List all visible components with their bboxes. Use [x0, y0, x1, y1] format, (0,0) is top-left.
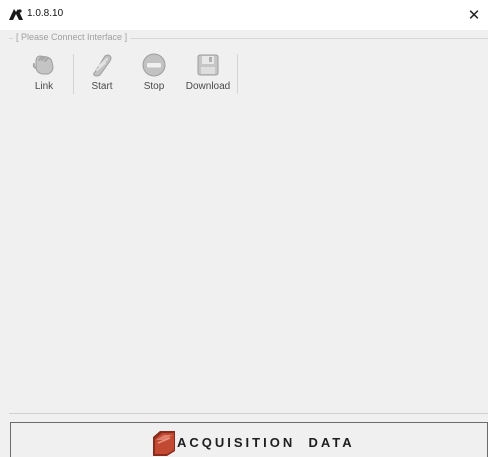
close-icon: ✕ — [467, 7, 481, 24]
toolbar-separator — [237, 54, 238, 94]
toolbar-separator — [73, 54, 74, 94]
window-title: 1.0.8.10 — [27, 8, 64, 19]
download-button[interactable]: Download — [181, 46, 235, 98]
download-floppy-icon — [197, 54, 219, 76]
stop-button[interactable]: Stop — [129, 46, 179, 98]
link-button[interactable]: Link — [19, 46, 69, 98]
content-divider — [9, 413, 488, 414]
stop-button-label: Stop — [143, 81, 165, 92]
acquisition-data-panel[interactable]: ACQUISITION DATA — [10, 422, 488, 457]
main-content-area — [9, 100, 488, 413]
toolbar: Link Start Stop Download — [9, 46, 488, 98]
acquisition-data-title: ACQUISITION DATA — [177, 435, 355, 450]
interface-status-label: [ Please Connect Interface ] — [13, 32, 131, 42]
title-bar[interactable]: 1.0.8.10 ✕ — [0, 0, 488, 30]
stop-icon — [142, 53, 166, 77]
start-icon — [93, 54, 112, 77]
download-button-label: Download — [185, 81, 231, 92]
close-button[interactable]: ✕ — [460, 0, 488, 30]
link-button-label: Link — [34, 81, 54, 92]
start-button[interactable]: Start — [77, 46, 127, 98]
link-hand-icon — [32, 55, 54, 75]
folder-icon — [153, 431, 175, 456]
start-button-label: Start — [91, 81, 113, 92]
app-window: 1.0.8.10 ✕ [ Please Connect Interface ] … — [0, 0, 488, 457]
app-logo-icon — [9, 9, 23, 20]
